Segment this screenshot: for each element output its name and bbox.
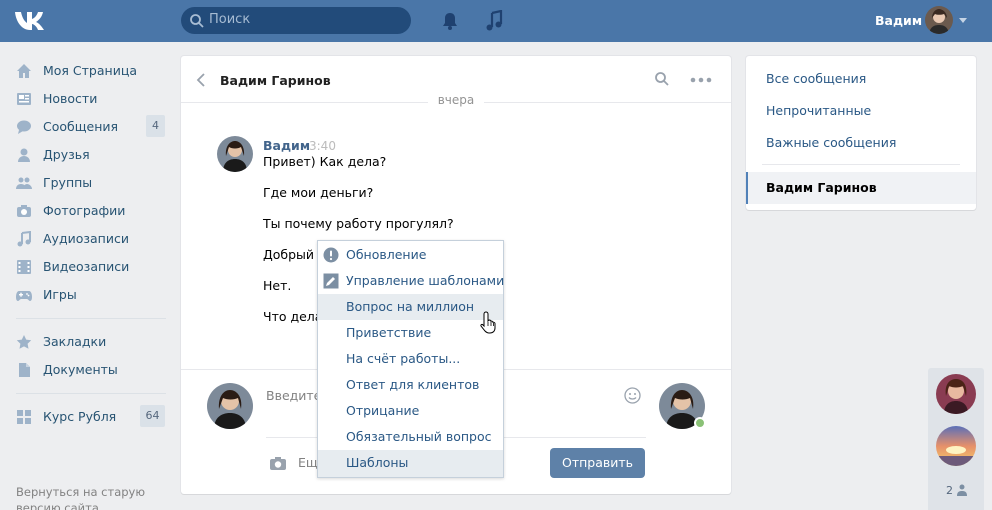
menu-item-video[interactable]: Видеозаписи	[16, 254, 166, 280]
messages-icon	[17, 120, 31, 134]
user-avatar[interactable]	[925, 6, 953, 34]
menu-item-messages[interactable]: Сообщения 4	[16, 114, 166, 140]
templates-button[interactable]: Шаблоны	[318, 450, 503, 477]
menu-item-photos[interactable]: Фотографии	[16, 198, 166, 224]
old-version-link[interactable]: Вернуться на старую версию сайта	[16, 484, 166, 510]
home-icon	[17, 64, 31, 78]
search-placeholder: Поиск	[209, 12, 251, 27]
bell-icon[interactable]	[440, 11, 460, 31]
template-item-manage[interactable]: Управление шаблонами	[318, 268, 504, 294]
more-icon[interactable]	[690, 77, 712, 83]
send-button[interactable]: Отправить	[550, 448, 645, 478]
chevron-down-icon[interactable]	[959, 18, 967, 23]
search-icon[interactable]	[654, 71, 670, 87]
user-name[interactable]: Вадим	[875, 13, 922, 28]
message-input[interactable]: Введите	[266, 388, 321, 403]
messages-count-badge: 4	[146, 115, 165, 137]
menu-item-news[interactable]: Новости	[16, 86, 166, 112]
menu-item-groups[interactable]: Группы	[16, 170, 166, 196]
template-item-required-question[interactable]: Обязательный вопрос	[318, 424, 503, 450]
vk-logo-icon[interactable]	[14, 11, 48, 31]
templates-dropdown: Обновление Управление шаблонами Вопрос н…	[317, 240, 504, 478]
day-divider: вчера	[181, 93, 731, 108]
edit-icon	[323, 273, 339, 289]
menu-divider	[16, 318, 166, 319]
search-input[interactable]: Поиск	[181, 7, 411, 34]
online-friends-widget: 2	[928, 368, 984, 510]
music-icon	[17, 231, 31, 247]
menu-item-audio[interactable]: Аудиозаписи	[16, 226, 166, 252]
active-conversation-item[interactable]: Вадим Гаринов	[746, 172, 976, 204]
document-icon	[19, 363, 30, 377]
menu-item-bookmarks[interactable]: Закладки	[16, 329, 166, 355]
video-icon	[17, 260, 31, 274]
filter-unread[interactable]: Непрочитанные	[766, 103, 871, 118]
message-text: Нет.	[263, 278, 292, 293]
template-item-client-reply[interactable]: Ответ для клиентов	[318, 372, 503, 398]
camera-icon[interactable]	[269, 455, 287, 471]
message-text: Что дела	[263, 309, 323, 324]
menu-item-ruble-rate[interactable]: Курс Рубля 64	[16, 404, 166, 430]
search-icon	[190, 14, 204, 28]
my-avatar[interactable]	[207, 383, 253, 429]
friend-avatar[interactable]	[936, 374, 976, 414]
filter-all-messages[interactable]: Все сообщения	[766, 71, 866, 86]
menu-item-my-page[interactable]: Моя Страница	[16, 58, 166, 84]
groups-icon	[16, 177, 32, 189]
filter-important[interactable]: Важные сообщения	[766, 135, 896, 150]
message-time: 3:40	[309, 139, 336, 153]
more-attachments-link[interactable]: Ещ	[298, 455, 318, 470]
template-item-denial[interactable]: Отрицание	[318, 398, 503, 424]
message-author-avatar[interactable]	[217, 136, 253, 172]
friends-icon	[18, 148, 30, 162]
conversation-filter-panel: Все сообщения Непрочитанные Важные сообщ…	[746, 56, 976, 210]
template-item-update[interactable]: Обновление	[318, 242, 503, 268]
menu-item-friends[interactable]: Друзья	[16, 142, 166, 168]
friend-avatar[interactable]	[936, 426, 976, 466]
back-arrow-icon[interactable]	[195, 72, 207, 88]
chat-title[interactable]: Вадим Гаринов	[220, 73, 331, 88]
music-note-icon[interactable]	[485, 10, 505, 32]
menu-item-games[interactable]: Игры	[16, 282, 166, 308]
app-count-badge: 64	[140, 405, 165, 427]
online-friends-count: 2	[946, 484, 953, 497]
news-icon	[17, 93, 31, 105]
filter-divider	[762, 164, 960, 165]
menu-item-documents[interactable]: Документы	[16, 357, 166, 383]
person-icon	[957, 484, 967, 496]
message-author[interactable]: Вадим	[263, 138, 310, 153]
emoji-icon[interactable]	[624, 387, 641, 404]
template-item-million-question[interactable]: Вопрос на миллион	[318, 294, 503, 320]
hand-cursor-icon	[480, 311, 496, 334]
template-item-greeting[interactable]: Приветствие	[318, 320, 503, 346]
gamepad-icon	[16, 291, 32, 301]
top-bar: Поиск Вадим	[0, 0, 992, 42]
template-item-about-work[interactable]: На счёт работы...	[318, 346, 503, 372]
menu-divider	[16, 393, 166, 394]
star-icon	[16, 335, 32, 349]
message-text: Ты почему работу прогулял?	[263, 216, 454, 231]
info-icon	[323, 247, 339, 263]
online-indicator	[694, 417, 706, 429]
apps-icon	[17, 410, 31, 424]
message-text: Где мои деньги?	[263, 185, 374, 200]
camera-icon	[17, 205, 31, 217]
message-text: Привет) Как дела?	[263, 154, 387, 169]
